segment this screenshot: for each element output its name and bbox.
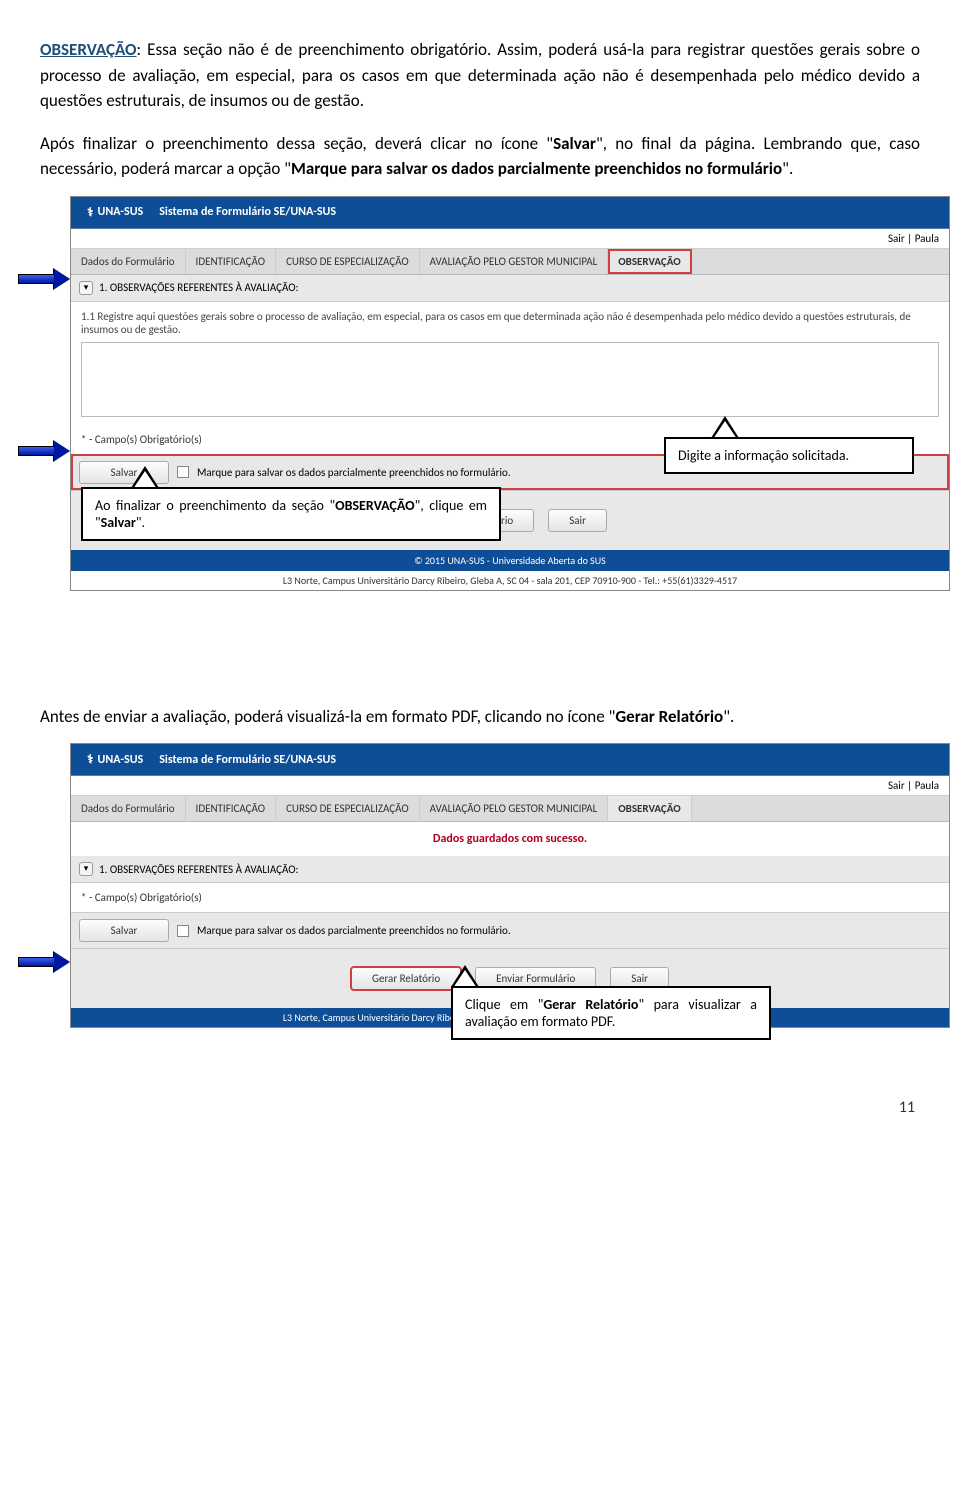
brand-icon: ⚕ (87, 205, 94, 220)
tab-bar: Dados do Formulário IDENTIFICAÇÃO CURSO … (71, 796, 949, 822)
brand-logo: ⚕ UNA-SUS (81, 750, 149, 769)
brand-logo: ⚕ UNA-SUS (81, 203, 149, 222)
section-title-link: OBSERVAÇÃO (40, 39, 137, 60)
app-header: ⚕ UNA-SUS Sistema de Formulário SE/UNA-S… (71, 197, 949, 229)
tab-dados[interactable]: Dados do Formulário (71, 796, 186, 821)
user-name: Paula (915, 779, 939, 792)
section-expander[interactable]: ▾ 1. OBSERVAÇÕES REFERENTES À AVALIAÇÃO: (71, 856, 949, 883)
app-title: Sistema de Formulário SE/UNA-SUS (159, 205, 336, 219)
intro-paragraph: OBSERVAÇÃO: Essa seção não é de preenchi… (40, 37, 920, 114)
brand-text: UNA-SUS (98, 205, 144, 219)
section-expander[interactable]: ▾ 1. OBSERVAÇÕES REFERENTES À AVALIAÇÃO: (71, 275, 949, 302)
pointer-arrow-icon (18, 270, 68, 288)
app-title: Sistema de Formulário SE/UNA-SUS (159, 753, 336, 767)
callout-gerar-relatorio: Clique em "Gerar Relatório" para visuali… (451, 986, 771, 1040)
tab-dados[interactable]: Dados do Formulário (71, 249, 186, 274)
tab-observacao[interactable]: OBSERVAÇÃO (608, 796, 691, 821)
link-sair[interactable]: Sair (888, 232, 905, 245)
callout-digite-info: Digite a informação solicitada. (664, 437, 914, 474)
required-fields-note: * - Campo(s) Obrigatório(s) (71, 883, 949, 912)
section-label: 1. OBSERVAÇÕES REFERENTES À AVALIAÇÃO: (99, 281, 298, 294)
tab-identificacao[interactable]: IDENTIFICAÇÃO (186, 796, 277, 821)
tab-observacao[interactable]: OBSERVAÇÃO (608, 249, 691, 274)
brand-text: UNA-SUS (98, 753, 144, 767)
tab-identificacao[interactable]: IDENTIFICAÇÃO (186, 249, 277, 274)
textarea-observacao[interactable] (81, 342, 939, 417)
save-row: Salvar Marque para salvar os dados parci… (71, 912, 949, 948)
page-number: 11 (40, 1088, 920, 1117)
screenshot-gerar-relatorio: ⚕ UNA-SUS Sistema de Formulário SE/UNA-S… (70, 743, 950, 1028)
partial-save-checkbox[interactable] (177, 466, 189, 478)
app-footer-address: L3 Norte, Campus Universitário Darcy Rib… (71, 571, 949, 590)
top-right-bar: Sair | Paula (71, 776, 949, 796)
section-label: 1. OBSERVAÇÕES REFERENTES À AVALIAÇÃO: (99, 863, 298, 876)
intro-text: : Essa seção não é de preenchimento obri… (40, 39, 920, 111)
tab-avaliacao[interactable]: AVALIAÇÃO PELO GESTOR MUNICIPAL (420, 796, 609, 821)
chevron-down-icon: ▾ (79, 862, 93, 876)
callout-salvar: Ao finalizar o preenchimento da seção "O… (81, 487, 501, 541)
app-header: ⚕ UNA-SUS Sistema de Formulário SE/UNA-S… (71, 744, 949, 776)
app-footer-copy: © 2015 UNA-SUS - Universidade Aberta do … (71, 550, 949, 571)
pointer-arrow-icon (18, 953, 68, 971)
partial-save-label: Marque para salvar os dados parcialmente… (197, 924, 511, 937)
link-sair[interactable]: Sair (888, 779, 905, 792)
gerar-relatorio-button[interactable]: Gerar Relatório (351, 967, 461, 990)
save-button[interactable]: Salvar (79, 919, 169, 942)
paragraph-3: Antes de enviar a avaliação, poderá visu… (40, 704, 920, 730)
success-message: Dados guardados com sucesso. (71, 822, 949, 856)
field-description: 1.1 Registre aqui questões gerais sobre … (71, 302, 949, 425)
tab-avaliacao[interactable]: AVALIAÇÃO PELO GESTOR MUNICIPAL (420, 249, 609, 274)
screenshot-observacao-form: ⚕ UNA-SUS Sistema de Formulário SE/UNA-S… (70, 196, 950, 591)
tab-curso[interactable]: CURSO DE ESPECIALIZAÇÃO (276, 249, 420, 274)
tab-curso[interactable]: CURSO DE ESPECIALIZAÇÃO (276, 796, 420, 821)
chevron-down-icon: ▾ (79, 281, 93, 295)
brand-icon: ⚕ (87, 752, 94, 767)
partial-save-label: Marque para salvar os dados parcialmente… (197, 466, 511, 479)
pointer-arrow-icon (18, 442, 68, 460)
tab-bar: Dados do Formulário IDENTIFICAÇÃO CURSO … (71, 249, 949, 275)
user-name: Paula (915, 232, 939, 245)
sair-button[interactable]: Sair (548, 509, 607, 532)
top-right-bar: Sair | Paula (71, 229, 949, 249)
paragraph-2: Após finalizar o preenchimento dessa seç… (40, 131, 920, 182)
partial-save-checkbox[interactable] (177, 925, 189, 937)
